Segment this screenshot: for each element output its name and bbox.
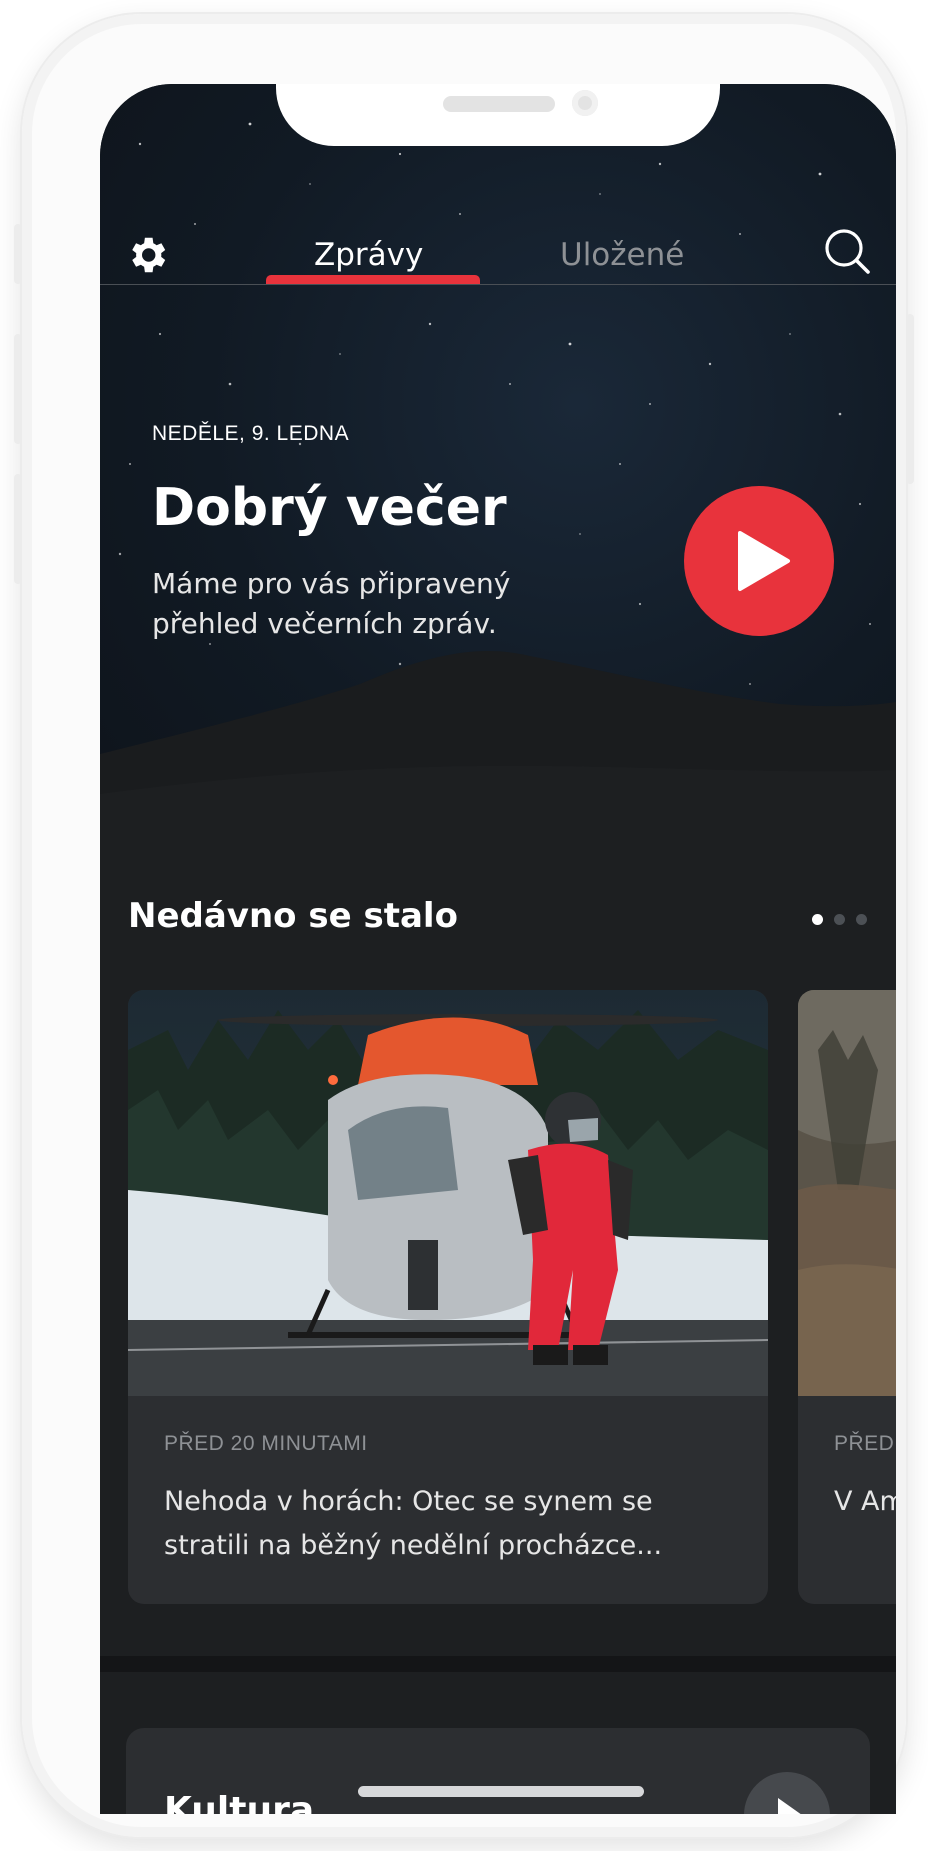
category-card-kultura[interactable]: Kultura bbox=[126, 1728, 870, 1814]
side-button-power bbox=[906, 314, 914, 484]
hero-greeting: Dobrý večer bbox=[152, 478, 507, 538]
top-navigation: Zprávy Uložené bbox=[100, 194, 896, 294]
speaker-grille bbox=[443, 96, 555, 112]
home-indicator[interactable] bbox=[358, 1786, 644, 1797]
side-button-volume-up bbox=[14, 334, 22, 444]
play-briefing-button[interactable] bbox=[684, 486, 834, 636]
news-card-headline: Nehoda v horách: Otec se synem se strati… bbox=[164, 1486, 663, 1561]
news-card-headline: V Am Víc p bbox=[834, 1486, 896, 1517]
section-separator bbox=[100, 1656, 896, 1672]
mountain-silhouette bbox=[100, 651, 896, 884]
hero-subtitle: Máme pro vás připravený přehled večerníc… bbox=[152, 567, 511, 640]
news-card-time: PŘED 20 MINUTAMI bbox=[164, 1432, 368, 1455]
tab-zpravy[interactable]: Zprávy bbox=[314, 237, 423, 273]
news-card[interactable]: PŘED V Am Víc p bbox=[798, 990, 896, 1604]
news-card-image bbox=[798, 990, 896, 1396]
tab-ulozene[interactable]: Uložené bbox=[560, 237, 684, 273]
app-screen: Zprávy Uložené NEDĚLE, 9. LEDNA Dobrý ve… bbox=[100, 84, 896, 1814]
pager-dot bbox=[856, 914, 867, 925]
pager-dot-active bbox=[812, 914, 823, 925]
gear-icon[interactable] bbox=[124, 232, 170, 278]
active-tab-indicator bbox=[266, 275, 480, 284]
category-play-button[interactable] bbox=[744, 1772, 830, 1814]
front-camera bbox=[572, 90, 598, 116]
section-title-recent: Nedávno se stalo bbox=[128, 896, 458, 936]
news-card-time: PŘED bbox=[834, 1432, 895, 1455]
news-card-image bbox=[128, 990, 768, 1396]
play-icon bbox=[738, 531, 790, 591]
phone-frame: Zprávy Uložené NEDĚLE, 9. LEDNA Dobrý ve… bbox=[14, 14, 914, 1837]
pager-dot bbox=[834, 914, 845, 925]
tab-divider bbox=[100, 284, 896, 285]
news-card[interactable]: PŘED 20 MINUTAMI Nehoda v horách: Otec s… bbox=[128, 990, 768, 1604]
phone-notch bbox=[276, 84, 720, 146]
search-icon[interactable] bbox=[822, 226, 874, 278]
category-card-title: Kultura bbox=[164, 1790, 315, 1814]
side-button-silent bbox=[14, 224, 22, 284]
hero-date: NEDĚLE, 9. LEDNA bbox=[152, 422, 350, 445]
side-button-volume-down bbox=[14, 474, 22, 584]
carousel-pager bbox=[812, 914, 882, 928]
play-icon bbox=[778, 1798, 801, 1814]
